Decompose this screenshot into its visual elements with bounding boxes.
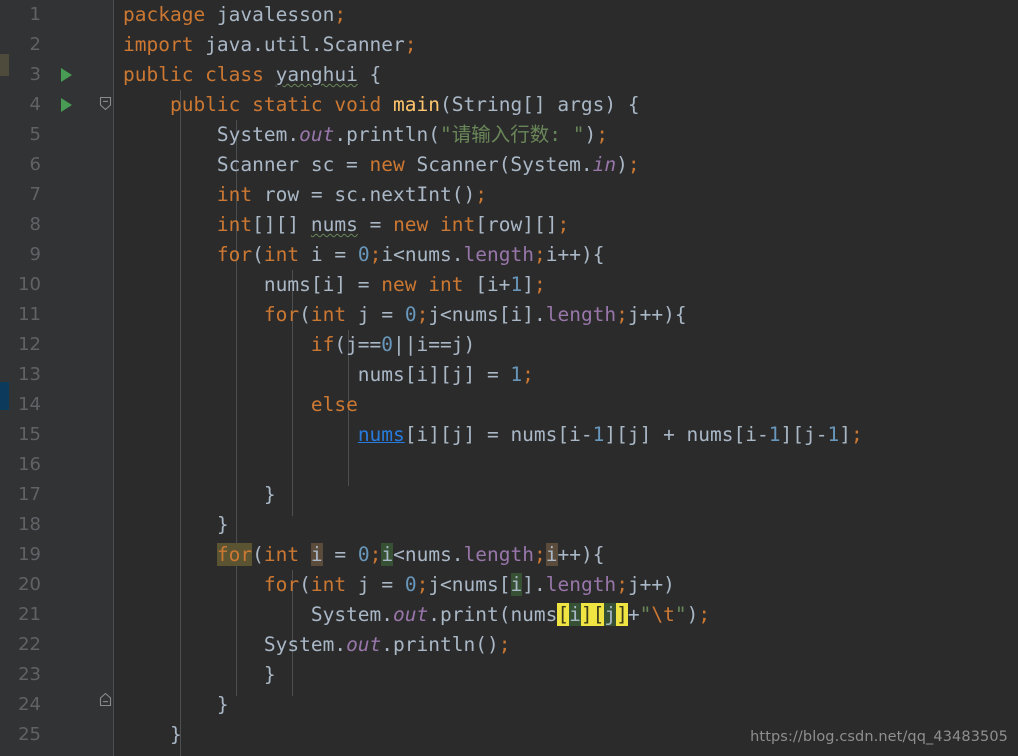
gutter-row: 11: [9, 300, 97, 330]
line-number: 24: [18, 694, 41, 715]
editor-gutter[interactable]: 1 2 3 4 5 6 7 8 9 10 11 12 13 14 15 16 1…: [9, 0, 133, 756]
gutter-row: 13: [9, 360, 97, 390]
gutter-row: 15: [9, 420, 97, 450]
code-line[interactable]: System.out.print(nums[i][j]+"\t");: [113, 600, 1018, 630]
gutter-row: 24: [9, 690, 97, 720]
vcs-change-strip[interactable]: [0, 0, 9, 756]
gutter-row: 14: [9, 390, 97, 420]
code-line[interactable]: import java.util.Scanner;: [113, 30, 1018, 60]
line-number: 17: [18, 484, 41, 505]
code-line[interactable]: int[][] nums = new int[row][];: [113, 210, 1018, 240]
code-text-area[interactable]: package javalesson; import java.util.Sca…: [113, 0, 1018, 756]
gutter-row: 17: [9, 480, 97, 510]
run-class-icon[interactable]: [61, 68, 72, 82]
vcs-marker-line-14[interactable]: [0, 382, 9, 410]
fold-region-start-icon[interactable]: [99, 96, 112, 111]
gutter-row: 10: [9, 270, 97, 300]
line-number: 11: [18, 304, 41, 325]
gutter-row: 16: [9, 450, 97, 480]
gutter-row: 3: [9, 60, 97, 90]
gutter-row: 22: [9, 630, 97, 660]
code-line[interactable]: nums[i][j] = 1;: [113, 360, 1018, 390]
line-number: 15: [18, 424, 41, 445]
code-line[interactable]: }: [113, 660, 1018, 690]
code-line[interactable]: if(j==0||i==j): [113, 330, 1018, 360]
code-editor[interactable]: 1 2 3 4 5 6 7 8 9 10 11 12 13 14 15 16 1…: [0, 0, 1018, 756]
line-number: 4: [29, 94, 41, 115]
line-number: 12: [18, 334, 41, 355]
gutter-row: 12: [9, 330, 97, 360]
line-number: 18: [18, 514, 41, 535]
vcs-marker-line-3[interactable]: [0, 54, 9, 76]
line-number: 14: [18, 394, 41, 415]
gutter-row: 18: [9, 510, 97, 540]
code-line[interactable]: for(int i = 0;i<nums.length;i++){: [113, 240, 1018, 270]
gutter-row: 6: [9, 150, 97, 180]
code-line[interactable]: nums[i][j] = nums[i-1][j] + nums[i-1][j-…: [113, 420, 1018, 450]
line-number: 9: [29, 244, 41, 265]
line-number: 1: [29, 4, 41, 25]
line-number: 7: [29, 184, 41, 205]
gutter-row: 23: [9, 660, 97, 690]
code-line[interactable]: }: [113, 690, 1018, 720]
gutter-row: 2: [9, 30, 97, 60]
gutter-row: 25: [9, 720, 97, 750]
fold-column[interactable]: [97, 0, 113, 756]
code-line[interactable]: for(int j = 0;j<nums[i].length;j++){: [113, 300, 1018, 330]
code-line[interactable]: System.out.println();: [113, 630, 1018, 660]
gutter-row: 21: [9, 600, 133, 630]
line-number: 20: [18, 574, 41, 595]
code-line[interactable]: public static void main(String[] args) {: [113, 90, 1018, 120]
gutter-row: 9: [9, 240, 97, 270]
code-line[interactable]: for(int j = 0;j<nums[i].length;j++): [113, 570, 1018, 600]
code-line[interactable]: else: [113, 390, 1018, 420]
code-line[interactable]: Scanner sc = new Scanner(System.in);: [113, 150, 1018, 180]
gutter-row: 4: [9, 90, 97, 120]
code-line[interactable]: package javalesson;: [113, 0, 1018, 30]
line-number: 3: [29, 64, 41, 85]
line-number: 10: [18, 274, 41, 295]
line-number: 8: [29, 214, 41, 235]
gutter-row: 19: [9, 540, 97, 570]
line-number: 2: [29, 34, 41, 55]
gutter-row: 8: [9, 210, 97, 240]
code-line[interactable]: System.out.println("请输入行数: ");: [113, 120, 1018, 150]
code-line[interactable]: int row = sc.nextInt();: [113, 180, 1018, 210]
gutter-row: 7: [9, 180, 97, 210]
line-number: 13: [18, 364, 41, 385]
line-number: 19: [18, 544, 41, 565]
gutter-row: 20: [9, 570, 97, 600]
fold-region-end-icon[interactable]: [99, 692, 112, 707]
line-number: 25: [18, 724, 41, 745]
code-line[interactable]: [113, 450, 1018, 480]
line-number: 16: [18, 454, 41, 475]
line-number: 6: [29, 154, 41, 175]
code-line[interactable]: nums[i] = new int [i+1];: [113, 270, 1018, 300]
watermark-url: https://blog.csdn.net/qq_43483505: [750, 729, 1008, 745]
code-line[interactable]: }: [113, 480, 1018, 510]
line-number: 21: [18, 604, 41, 625]
code-line[interactable]: public class yanghui {: [113, 60, 1018, 90]
line-number: 5: [29, 124, 41, 145]
gutter-row: 5: [9, 120, 97, 150]
line-number: 23: [18, 664, 41, 685]
code-line[interactable]: }: [113, 510, 1018, 540]
line-number: 22: [18, 634, 41, 655]
run-method-icon[interactable]: [61, 98, 72, 112]
code-line[interactable]: for(int i = 0;i<nums.length;i++){: [113, 540, 1018, 570]
gutter-row: 1: [9, 0, 97, 30]
